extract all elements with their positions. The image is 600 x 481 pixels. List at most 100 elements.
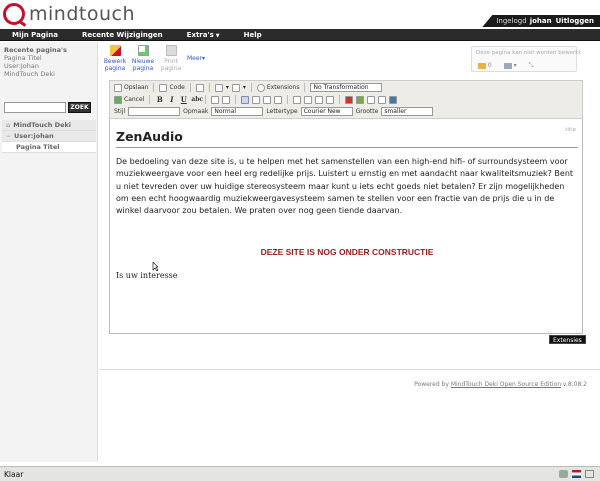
attachments-indicator[interactable]: 0 [478, 62, 492, 70]
editor-toolbar-row-1: Opslaan Code ▾ ▾ Extensions No Transform… [114, 82, 383, 93]
extensions-label: Extensions [266, 84, 300, 91]
title-tag: title [565, 127, 576, 133]
interest-text[interactable]: Is uw interesse [116, 271, 178, 280]
bold-button[interactable]: B [155, 95, 164, 104]
font-select[interactable]: Courier New [300, 107, 353, 116]
intro-paragraph[interactable]: De bedoeling van deze site is, u te help… [116, 156, 578, 217]
indent-icon[interactable] [304, 95, 313, 104]
style-select[interactable] [128, 107, 181, 116]
status-icons [559, 470, 594, 478]
new-page-button[interactable]: Nieuwe pagina [130, 45, 156, 72]
find-icon[interactable] [231, 83, 240, 92]
code-label: Code [169, 84, 185, 91]
extensions-button[interactable]: Extensions [256, 83, 300, 92]
template-icon[interactable] [389, 95, 398, 104]
expand-indicator[interactable]: ⤡ [529, 62, 534, 70]
recent-page-item[interactable]: User:Johan [4, 62, 55, 70]
separator [235, 95, 237, 104]
expand-icon: ⤡ [528, 62, 534, 69]
header: mindtouch Ingelogd johan Uitloggen [0, 0, 600, 27]
powered-link[interactable]: MindTouch Deki Open Source Edition [451, 381, 561, 388]
style-label: Stijl [114, 108, 126, 115]
search-button[interactable]: ZOEK [68, 102, 91, 113]
extensions-button[interactable]: Extensies [549, 335, 586, 344]
extensions-icon [256, 83, 265, 92]
underline-button[interactable]: U [179, 95, 188, 104]
align-justify-icon[interactable] [274, 95, 283, 104]
collapse-icon: − [6, 132, 12, 140]
outdent-icon[interactable] [293, 95, 302, 104]
title-underline [116, 147, 578, 148]
page-title[interactable]: ZenAudio [116, 129, 183, 144]
print-page-button[interactable]: Print pagina [158, 45, 184, 72]
align-left-icon[interactable] [241, 95, 250, 104]
page-tree: ⌂ MindTouch Deki − User:johan Pagina Tit… [2, 120, 96, 153]
bullet-list-icon[interactable] [222, 95, 231, 104]
search-input[interactable] [4, 102, 66, 113]
new-page-icon [137, 45, 149, 56]
nav-item-recente-wijzigingen[interactable]: Recente Wijzigingen [70, 31, 175, 39]
special-char-icon[interactable] [378, 95, 387, 104]
page-info-hint: Deze pagina kan niet worden bewerkt [476, 50, 581, 56]
editor-toolbar: Opslaan Code ▾ ▾ Extensions No Transform… [109, 80, 583, 119]
paste-icon[interactable] [214, 83, 223, 92]
chevron-down-icon: ▾ [202, 55, 206, 62]
tree-item-label: User:johan [14, 132, 54, 140]
cancel-button[interactable]: Cancel [114, 95, 144, 104]
separator [189, 83, 191, 92]
construction-notice[interactable]: DEZE SITE IS NOG ONDER CONSTRUCTIE [110, 247, 584, 257]
logout-link[interactable]: Uitloggen [556, 17, 594, 25]
nav-item-extras[interactable]: Extra's ▼ [175, 31, 232, 39]
home-icon: ⌂ [6, 121, 11, 129]
logged-in-label: Ingelogd [496, 17, 527, 25]
tree-item-user-johan[interactable]: − User:johan [2, 131, 96, 142]
edit-page-button[interactable]: Bewerk pagina [102, 45, 128, 72]
editor-body[interactable]: title ZenAudio De bedoeling van deze sit… [109, 119, 583, 334]
tree-item-label: MindTouch Deki [13, 121, 72, 129]
link-icon[interactable] [326, 95, 335, 104]
mindtouch-logo[interactable]: mindtouch [3, 3, 135, 25]
nav-item-mijn-pagina[interactable]: Mijn Pagina [0, 31, 70, 39]
chevron-down-icon[interactable]: ▾ [243, 84, 246, 91]
more-menu-button[interactable]: Meer▾ [187, 55, 205, 62]
addon-icon[interactable] [559, 470, 568, 478]
more-label: Meer [187, 55, 203, 62]
tree-item-label: Pagina Titel [16, 143, 60, 151]
format-select[interactable]: Normal [211, 107, 264, 116]
strikethrough-button[interactable]: abc [191, 96, 203, 103]
recent-pages-title: Recente pagina's [4, 46, 67, 54]
pencil-icon [109, 45, 121, 56]
numbered-list-icon[interactable] [211, 95, 220, 104]
separator [153, 83, 155, 92]
align-center-icon[interactable] [252, 95, 261, 104]
tree-item-mindtouch-deki[interactable]: ⌂ MindTouch Deki [2, 120, 96, 131]
save-button[interactable]: Opslaan [114, 83, 148, 92]
align-right-icon[interactable] [263, 95, 272, 104]
nav-item-help[interactable]: Help [232, 31, 274, 39]
page-info-icons: 0 ▾ ⤡ [478, 62, 533, 70]
tree-item-pagina-titel[interactable]: Pagina Titel [2, 142, 96, 153]
image-icon[interactable] [356, 95, 365, 104]
username[interactable]: johan [530, 17, 552, 25]
blockquote-icon[interactable] [315, 95, 324, 104]
recent-page-item[interactable]: Pagina Titel [4, 54, 55, 62]
table-icon[interactable] [367, 95, 376, 104]
resize-grip-icon[interactable] [585, 470, 594, 478]
attachments-count: 0 [487, 62, 492, 69]
chevron-down-icon[interactable]: ▾ [226, 84, 229, 91]
logo-text: mindtouch [29, 3, 135, 25]
text-cursor-icon [152, 262, 158, 271]
eraser-icon[interactable] [195, 83, 204, 92]
media-icon[interactable] [345, 95, 354, 104]
size-select[interactable]: smaller [381, 107, 434, 116]
cancel-icon [114, 95, 122, 104]
transformation-select[interactable]: No Transformation [310, 83, 383, 92]
separator [208, 83, 210, 92]
content-area: Bewerk pagina Nieuwe pagina Print pagina… [99, 42, 600, 462]
new-page-label: Nieuwe pagina [131, 58, 155, 72]
code-button[interactable]: Code [159, 83, 185, 92]
language-flag-icon[interactable] [572, 470, 581, 478]
recent-page-item[interactable]: MindTouch Deki [4, 70, 55, 78]
tags-indicator[interactable]: ▾ [503, 62, 517, 70]
italic-button[interactable]: I [167, 95, 176, 104]
